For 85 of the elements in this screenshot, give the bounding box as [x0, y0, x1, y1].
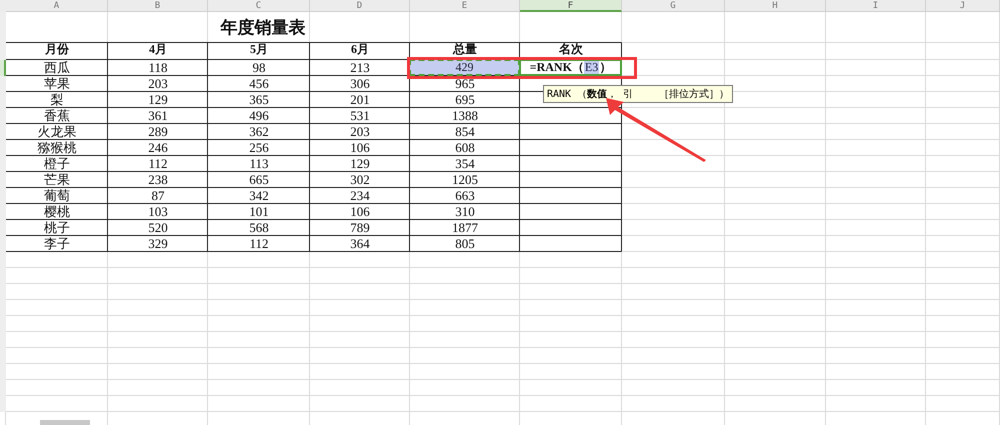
table-cell: 362: [249, 124, 269, 140]
column-heading: 总量: [453, 43, 477, 56]
table-cell: 289: [148, 124, 168, 140]
table-cell: 香蕉: [44, 107, 70, 125]
table-cell: 854: [455, 124, 475, 140]
column-heading: 月份: [45, 43, 69, 56]
column-heading: 名次: [559, 43, 583, 56]
table-cell: 129: [148, 92, 168, 108]
table-cell: 256: [249, 140, 269, 156]
table-cell: 203: [148, 76, 168, 92]
table-cell: 梨: [50, 91, 64, 109]
table-cell: 965: [455, 76, 475, 92]
column-header[interactable]: E: [410, 0, 520, 12]
table-cell: 李子: [44, 235, 70, 253]
table-cell: 364: [350, 236, 370, 252]
table-cell: 456: [249, 76, 269, 92]
table-cell: 橙子: [44, 155, 70, 173]
table-cell: 1877: [452, 220, 478, 236]
table-cell: 101: [249, 204, 269, 220]
row-header[interactable]: [0, 43, 6, 60]
tooltip-text: RANK （数值， 引: [547, 88, 634, 101]
column-heading: 5月: [250, 43, 268, 56]
column-heading: 6月: [351, 43, 369, 56]
table-cell: 1388: [452, 108, 478, 124]
table-cell: 129: [350, 156, 370, 172]
row-header[interactable]: [0, 76, 6, 92]
table-cell: 213: [350, 60, 370, 76]
table-cell: 306: [350, 76, 370, 92]
table-cell: 805: [455, 236, 475, 252]
column-header[interactable]: D: [310, 0, 410, 12]
table-cell: 201: [350, 92, 370, 108]
table-cell: 106: [350, 204, 370, 220]
table-cell: 桃子: [44, 219, 70, 237]
table-cell: 112: [148, 156, 168, 172]
table-cell: 246: [148, 140, 168, 156]
table-cell: 106: [350, 140, 370, 156]
column-header[interactable]: H: [725, 0, 826, 12]
column-header[interactable]: J: [926, 0, 1000, 12]
row-header[interactable]: [0, 60, 6, 76]
column-header[interactable]: B: [108, 0, 208, 12]
table-cell: 329: [148, 236, 168, 252]
table-cell: 103: [148, 204, 168, 220]
table-cell: 203: [350, 124, 370, 140]
table-cell: 1205: [452, 172, 478, 188]
table-cell: 87: [152, 188, 164, 204]
table-cell: 樱桃: [44, 203, 70, 221]
table-cell: 695: [455, 92, 475, 108]
column-heading: 4月: [149, 43, 167, 56]
table-cell: 118: [148, 60, 168, 76]
table-cell: 365: [249, 92, 269, 108]
table-cell: 葡萄: [44, 187, 70, 205]
table-cell: 496: [249, 108, 269, 124]
table-cell: 113: [249, 156, 269, 172]
table-cell: 猕猴桃: [38, 139, 76, 157]
table-cell: 98: [252, 60, 266, 76]
table-cell: 302: [350, 172, 370, 188]
table-cell: 568: [249, 220, 269, 236]
table-cell: 608: [455, 140, 475, 156]
table-cell: 310: [455, 204, 475, 220]
column-header[interactable]: F: [520, 0, 622, 12]
table-cell: 112: [249, 236, 269, 252]
sheet-title: 年度销量表: [220, 17, 306, 39]
column-header[interactable]: G: [622, 0, 725, 12]
horizontal-scrollbar[interactable]: [40, 420, 90, 425]
table-cell: 665: [249, 172, 269, 188]
column-header[interactable]: C: [208, 0, 310, 12]
table-cell: 663: [455, 188, 475, 204]
table-cell: 238: [148, 172, 168, 188]
column-header[interactable]: A: [6, 0, 108, 12]
formula-cell[interactable]: =RANK（E3）: [520, 60, 621, 75]
table-cell: 火龙果: [38, 123, 76, 141]
referenced-cell[interactable]: 429: [410, 60, 519, 75]
table-cell: 342: [249, 188, 269, 204]
column-header[interactable]: I: [826, 0, 926, 12]
table-cell: 520: [148, 220, 168, 236]
table-cell: 531: [350, 108, 370, 124]
table-cell: 361: [148, 108, 168, 124]
table-cell: 苹果: [44, 75, 70, 93]
table-cell: 354: [455, 156, 475, 172]
row-header[interactable]: [0, 396, 6, 412]
table-cell: 789: [350, 220, 370, 236]
table-cell: 234: [350, 188, 370, 204]
tooltip-text: ［排位方式］）: [659, 88, 730, 101]
table-cell: 西瓜: [44, 59, 70, 77]
table-cell: 芒果: [44, 171, 70, 189]
